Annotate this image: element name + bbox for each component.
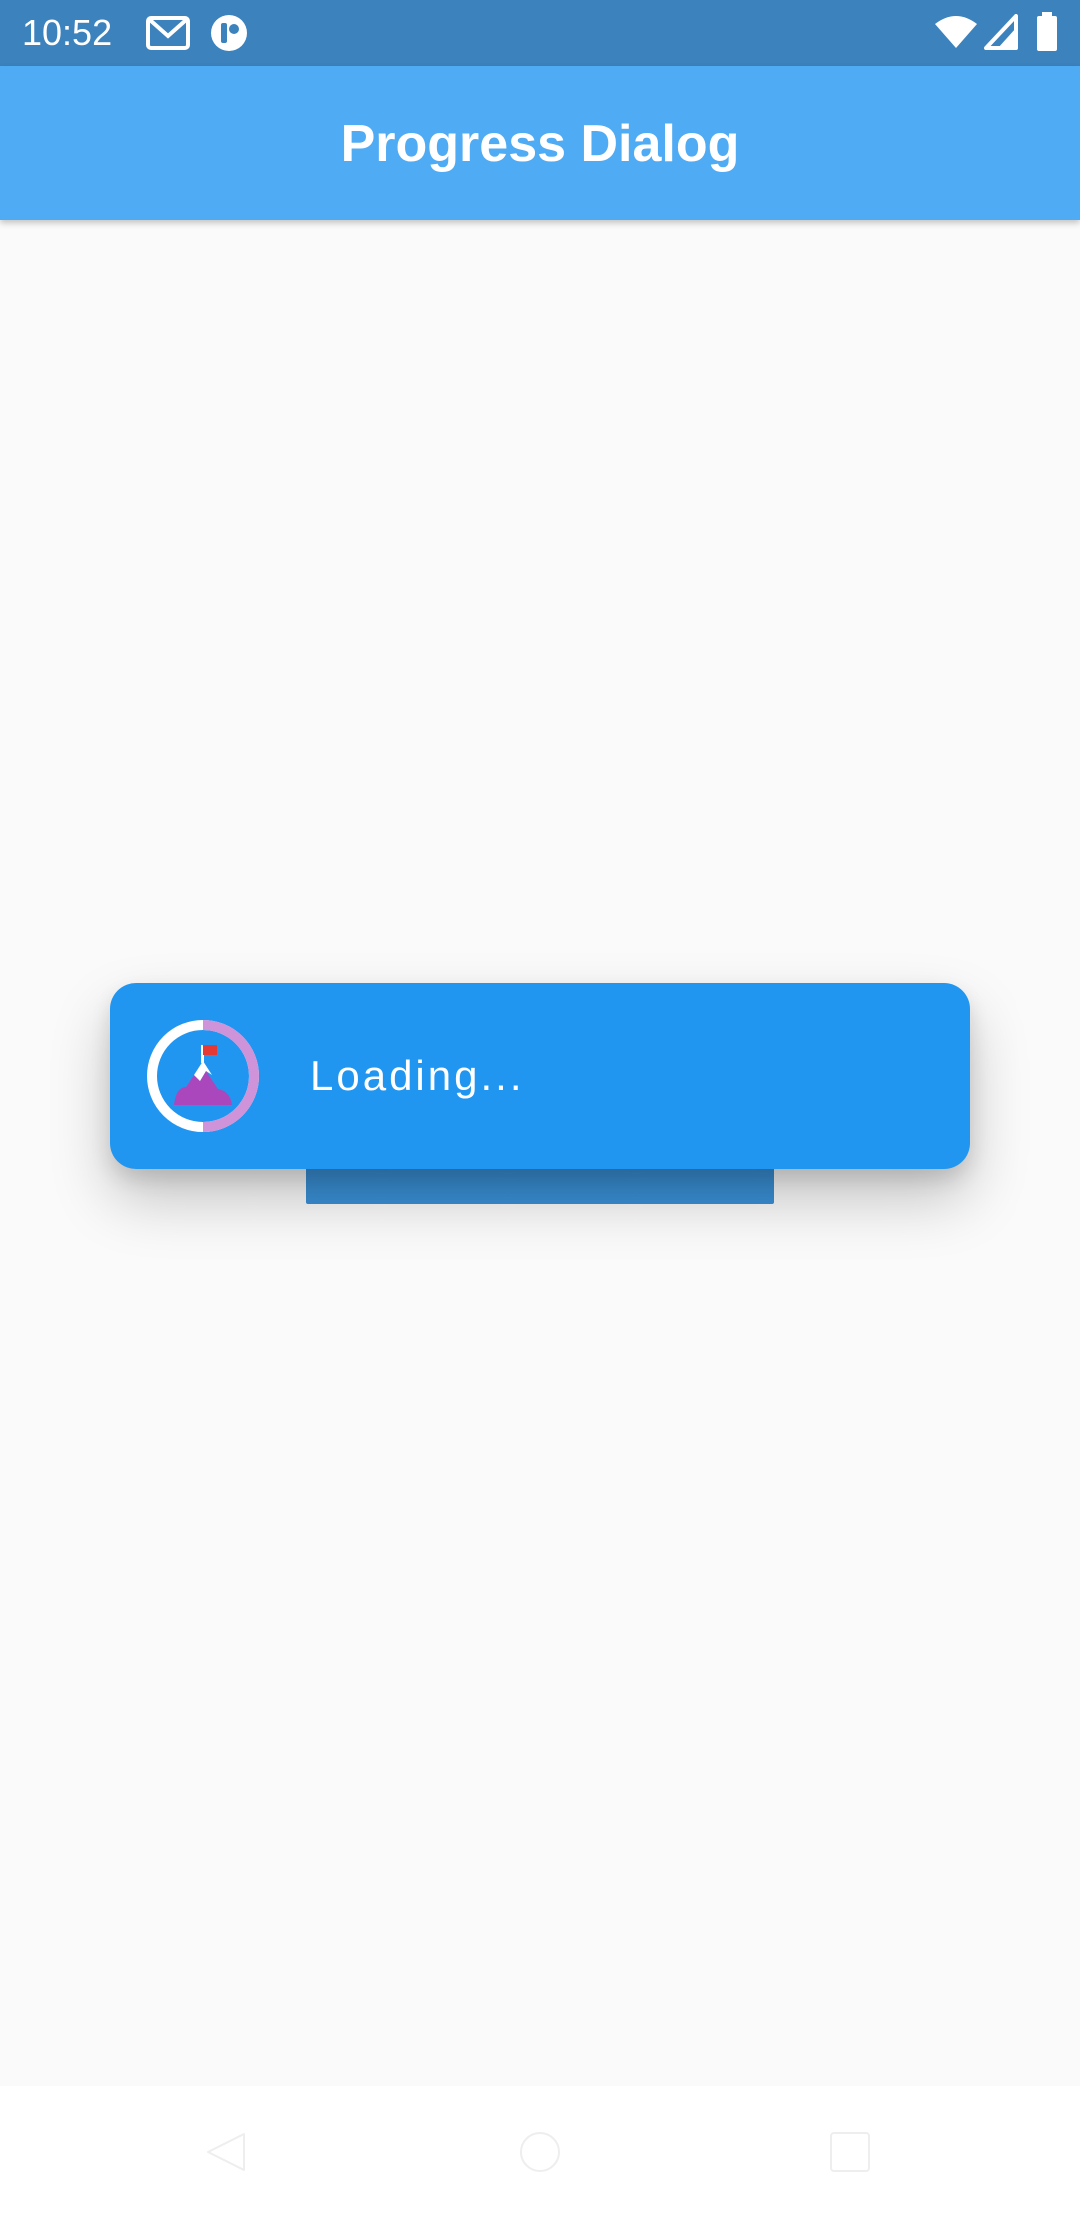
gmail-icon (146, 16, 190, 50)
progress-dialog: Loading... (110, 983, 970, 1169)
wifi-icon (935, 16, 977, 48)
navigation-bar (0, 2086, 1080, 2220)
page-title: Progress Dialog (340, 115, 740, 173)
status-time: 10:52 (22, 12, 113, 53)
battery-icon (1037, 12, 1057, 51)
home-icon[interactable] (518, 2130, 562, 2174)
signal-icon (984, 14, 1018, 50)
back-icon[interactable] (204, 2130, 248, 2174)
app-bar: Progress Dialog (0, 66, 1080, 220)
app-notification-icon (211, 15, 247, 51)
show-dialog-button[interactable] (306, 1163, 774, 1204)
recents-icon[interactable] (828, 2130, 872, 2174)
mountain-flag-progress-icon (147, 1020, 259, 1132)
loading-message: Loading... (310, 1052, 525, 1099)
status-bar: 10:52 (0, 0, 1080, 66)
